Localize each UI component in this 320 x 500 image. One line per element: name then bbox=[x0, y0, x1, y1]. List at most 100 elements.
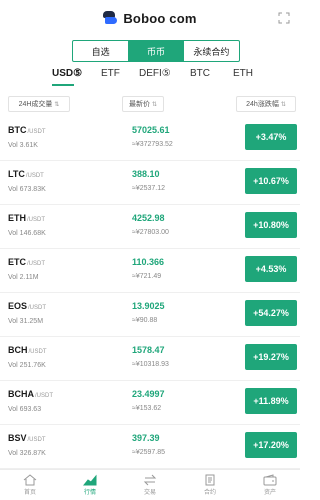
change-badge: +3.47% bbox=[245, 124, 297, 150]
pair-quote: /USDT bbox=[35, 393, 53, 399]
pair-symbol: BSV bbox=[8, 433, 27, 443]
pair-name: EOS/USDT bbox=[8, 301, 46, 311]
pair-quote: /USDT bbox=[27, 437, 46, 443]
last-price: 23.4997 bbox=[132, 389, 165, 399]
market-row[interactable]: EOS/USDT Vol 31.25M 13.9025 ≈¥90.88 +54.… bbox=[0, 292, 300, 337]
market-row[interactable]: ETC/USDT Vol 2.11M 110.366 ≈¥721.49 +4.5… bbox=[0, 248, 300, 293]
last-price: 13.9025 bbox=[132, 301, 165, 311]
tab-usd[interactable]: USD⑤ bbox=[52, 68, 82, 79]
volume: Vol 31.25M bbox=[8, 318, 44, 325]
brand-logo: Boboo com bbox=[103, 11, 196, 26]
change-badge: +4.53% bbox=[245, 256, 297, 282]
cny-price: ≈¥721.49 bbox=[132, 273, 162, 280]
contract-icon bbox=[205, 474, 215, 486]
sort-arrow-icon: ⇅ bbox=[151, 101, 158, 108]
active-tab-indicator bbox=[52, 84, 74, 86]
market-row[interactable]: BCHA/USDT Vol 693.63 23.4997 ≈¥153.62 +1… bbox=[0, 380, 300, 425]
last-price: 397.39 bbox=[132, 433, 160, 443]
chart-icon bbox=[83, 474, 97, 486]
market-row[interactable]: BCH/USDT Vol 251.76K 1578.47 ≈¥10318.93 … bbox=[0, 336, 300, 381]
last-price: 4252.98 bbox=[132, 213, 165, 223]
market-type-switch: 自选 币币 永续合约 bbox=[72, 40, 240, 62]
pair-name: BCH/USDT bbox=[8, 345, 47, 355]
nav-trade-label: 交易 bbox=[143, 490, 156, 496]
market-row[interactable]: BTC/USDT Vol 3.61K 57025.61 ≈¥372793.52 … bbox=[0, 116, 300, 161]
expand-icon[interactable] bbox=[278, 12, 290, 24]
market-row[interactable]: LTC/USDT Vol 673.83K 388.10 ≈¥2537.12 +1… bbox=[0, 160, 300, 205]
volume: Vol 693.63 bbox=[8, 406, 42, 413]
trade-icon bbox=[143, 474, 157, 486]
nav-markets-label: 行情 bbox=[83, 490, 96, 496]
cny-price: ≈¥153.62 bbox=[132, 405, 162, 412]
nav-home[interactable]: 首页 bbox=[0, 470, 60, 500]
nav-home-label: 首页 bbox=[23, 490, 36, 496]
segment-perpetual[interactable]: 永续合约 bbox=[184, 41, 239, 61]
pair-name: LTC/USDT bbox=[8, 169, 44, 179]
nav-assets[interactable]: 资产 bbox=[240, 470, 300, 500]
tab-defi[interactable]: DEFI⑤ bbox=[139, 68, 171, 79]
pair-symbol: ETC bbox=[8, 257, 26, 267]
sort-filters: 24H成交量 ⇅ 最新价 ⇅ 24h涨跌幅 ⇅ bbox=[0, 96, 300, 112]
market-row[interactable]: BSV/USDT Vol 326.87K 397.39 ≈¥2597.85 +1… bbox=[0, 424, 300, 469]
volume: Vol 2.11M bbox=[8, 274, 39, 281]
volume: Vol 326.87K bbox=[8, 450, 46, 457]
sort-change-button[interactable]: 24h涨跌幅 ⇅ bbox=[236, 96, 296, 112]
sort-price-button[interactable]: 最新价 ⇅ bbox=[122, 96, 164, 112]
change-badge: +17.20% bbox=[245, 432, 297, 458]
pair-name: ETC/USDT bbox=[8, 257, 45, 267]
nav-markets[interactable]: 行情 bbox=[60, 470, 120, 500]
volume: Vol 251.76K bbox=[8, 362, 46, 369]
cny-price: ≈¥372793.52 bbox=[132, 141, 173, 148]
pair-name: ETH/USDT bbox=[8, 213, 45, 223]
pair-quote: /USDT bbox=[25, 173, 44, 179]
last-price: 110.366 bbox=[132, 257, 165, 267]
last-price: 388.10 bbox=[132, 169, 160, 179]
sort-arrow-icon: ⇅ bbox=[54, 101, 60, 108]
wallet-icon bbox=[263, 474, 277, 486]
volume: Vol 673.83K bbox=[8, 186, 46, 193]
pair-name: BTC/USDT bbox=[8, 125, 46, 135]
last-price: 57025.61 bbox=[132, 125, 170, 135]
brand-name: Boboo com bbox=[123, 10, 197, 26]
nav-trade[interactable]: 交易 bbox=[120, 470, 180, 500]
tab-etf[interactable]: ETF bbox=[101, 68, 120, 79]
pair-symbol: BTC bbox=[8, 125, 27, 135]
home-icon bbox=[23, 474, 37, 486]
cny-price: ≈¥90.88 bbox=[132, 317, 158, 324]
volume: Vol 3.61K bbox=[8, 142, 38, 149]
nav-assets-label: 资产 bbox=[263, 490, 276, 496]
pair-symbol: EOS bbox=[8, 301, 28, 311]
segment-favorites[interactable]: 自选 bbox=[73, 41, 128, 61]
sort-price-label: 最新价 bbox=[128, 101, 150, 108]
quote-currency-tabs: USD⑤ ETF DEFI⑤ BTC ETH bbox=[0, 68, 300, 88]
cny-price: ≈¥2537.12 bbox=[132, 185, 166, 192]
sort-volume-button[interactable]: 24H成交量 ⇅ bbox=[8, 96, 70, 112]
change-badge: +11.89% bbox=[245, 388, 297, 414]
change-badge: +10.80% bbox=[245, 212, 297, 238]
change-badge: +10.67% bbox=[245, 168, 297, 194]
change-badge: +19.27% bbox=[245, 344, 297, 370]
app-header: Boboo com bbox=[0, 0, 300, 36]
logo-mark-icon bbox=[103, 11, 119, 25]
volume: Vol 146.68K bbox=[8, 230, 46, 237]
pair-name: BSV/USDT bbox=[8, 433, 46, 443]
cny-price: ≈¥10318.93 bbox=[132, 361, 169, 368]
pair-quote: /USDT bbox=[28, 349, 47, 355]
sort-change-label: 24h涨跌幅 bbox=[246, 101, 279, 108]
pair-quote: /USDT bbox=[28, 305, 47, 311]
pair-name: BCHA/USDT bbox=[8, 389, 53, 399]
last-price: 1578.47 bbox=[132, 345, 165, 355]
segment-spot[interactable]: 币币 bbox=[128, 41, 184, 61]
pair-symbol: BCHA bbox=[8, 389, 34, 399]
tab-btc[interactable]: BTC bbox=[190, 68, 210, 79]
nav-contract-label: 合约 bbox=[203, 490, 216, 496]
cny-price: ≈¥2597.85 bbox=[132, 449, 166, 456]
sort-volume-label: 24H成交量 bbox=[18, 101, 53, 108]
change-badge: +54.27% bbox=[245, 300, 297, 326]
pair-quote: /USDT bbox=[27, 217, 45, 223]
market-row[interactable]: ETH/USDT Vol 146.68K 4252.98 ≈¥27803.00 … bbox=[0, 204, 300, 249]
nav-contract[interactable]: 合约 bbox=[180, 470, 240, 500]
tab-eth[interactable]: ETH bbox=[233, 68, 253, 79]
pair-quote: /USDT bbox=[27, 261, 45, 267]
pair-symbol: LTC bbox=[8, 169, 25, 179]
